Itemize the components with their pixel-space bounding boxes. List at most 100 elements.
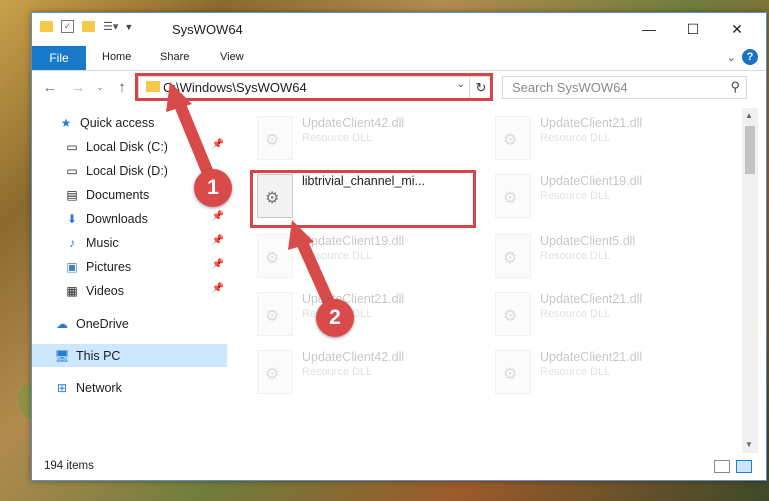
sidebar-item-label: Pictures: [86, 259, 132, 274]
sidebar-item-local-disk-c[interactable]: ▭ Local Disk (C:) 📌: [32, 135, 227, 158]
drive-icon: ▭: [66, 163, 78, 178]
pin-icon[interactable]: 📌: [212, 259, 224, 270]
file-name: UpdateClient5.dll: [540, 234, 636, 248]
file-type: Resource DLL: [540, 250, 611, 262]
gear-icon: ⚙: [503, 308, 518, 325]
file-item[interactable]: ⚙ UpdateClient5.dll Resource DLL: [487, 230, 717, 280]
folder-icon[interactable]: [40, 21, 53, 32]
new-folder-icon[interactable]: [82, 21, 95, 32]
dll-file-icon: ⚙: [495, 292, 531, 336]
minimize-button[interactable]: —: [627, 13, 671, 45]
sidebar-item-downloads[interactable]: ⬇ Downloads 📌: [32, 207, 227, 230]
file-name: UpdateClient19.dll: [540, 174, 643, 188]
search-placeholder: Search SysWOW64: [512, 80, 628, 95]
cloud-icon: ☁: [56, 316, 68, 331]
customize-dropdown-icon[interactable]: ▼: [124, 22, 133, 32]
file-type: Resource DLL: [540, 132, 611, 144]
scrollbar-thumb[interactable]: [745, 126, 755, 174]
file-item[interactable]: ⚙ UpdateClient21.dll Resource DLL: [487, 112, 717, 162]
file-item[interactable]: ⚙ UpdateClient19.dll Resource DLL: [487, 170, 717, 220]
file-name: UpdateClient19.dll: [302, 234, 405, 248]
tiles-view-icon[interactable]: [736, 460, 752, 473]
pictures-icon: ▣: [66, 259, 78, 274]
computer-icon: 🖥: [54, 348, 70, 363]
close-button[interactable]: ✕: [715, 13, 759, 45]
window-title: SysWOW64: [172, 22, 243, 37]
pin-icon[interactable]: 📌: [212, 235, 224, 246]
sidebar-item-music[interactable]: ♪ Music 📌: [32, 231, 227, 254]
gear-icon: ⚙: [265, 250, 280, 267]
dll-file-icon: ⚙: [495, 234, 531, 278]
recent-dropdown-icon[interactable]: ⌄: [90, 77, 110, 97]
status-bar: 194 items: [32, 453, 766, 480]
maximize-button[interactable]: ☐: [671, 13, 715, 45]
sidebar-item-pictures[interactable]: ▣ Pictures 📌: [32, 255, 227, 278]
address-highlight-box: [135, 73, 493, 101]
sidebar-item-label: Local Disk (C:): [86, 139, 168, 154]
tab-view[interactable]: View: [220, 51, 244, 63]
gear-icon: ⚙: [265, 308, 280, 325]
gear-icon: ⚙: [265, 366, 280, 383]
step-badge-2: 2: [316, 299, 354, 337]
properties-icon[interactable]: ☰▾: [103, 20, 118, 33]
navigation-bar: ← → ⌄ ↑ C:\Windows\SysWOW64 ⌄ ↻ Search S…: [32, 71, 766, 103]
up-arrow-icon[interactable]: ↑: [112, 77, 132, 97]
sidebar-item-quick-access[interactable]: ★ Quick access: [32, 111, 227, 134]
quick-access-toolbar: ✓ ☰▾ ▼: [40, 20, 133, 33]
scroll-down-icon[interactable]: ▼: [745, 440, 753, 449]
gear-icon: ⚙: [503, 190, 518, 207]
gear-icon: ⚙: [503, 366, 518, 383]
download-icon: ⬇: [66, 211, 78, 226]
music-icon: ♪: [69, 235, 75, 250]
file-item[interactable]: ⚙ UpdateClient19.dll Resource DLL: [249, 230, 479, 280]
chevron-down-icon[interactable]: ⌄: [727, 51, 736, 64]
vertical-scrollbar[interactable]: ▲ ▼: [742, 108, 758, 453]
file-list: ⚙ UpdateClient42.dll Resource DLL ⚙ Upda…: [247, 108, 739, 453]
file-type: Resource DLL: [302, 250, 373, 262]
tab-share[interactable]: Share: [160, 51, 189, 63]
help-icon[interactable]: ?: [742, 49, 758, 65]
dll-file-icon: ⚙: [257, 292, 293, 336]
tab-home[interactable]: Home: [102, 51, 131, 63]
sidebar-item-label: OneDrive: [76, 316, 129, 331]
sidebar-item-network[interactable]: ⊞ Network: [32, 376, 227, 399]
dll-file-icon: ⚙: [257, 116, 293, 160]
back-arrow-icon[interactable]: ←: [40, 77, 60, 97]
pin-icon[interactable]: 📌: [212, 139, 224, 150]
file-name: UpdateClient42.dll: [302, 350, 405, 364]
explorer-window: ✓ ☰▾ ▼ SysWOW64 — ☐ ✕ File Home Share Vi…: [31, 12, 767, 481]
gear-icon: ⚙: [503, 132, 518, 149]
file-item[interactable]: ⚙ UpdateClient21.dll Resource DLL: [249, 288, 479, 338]
sidebar-item-label: Music: [86, 235, 119, 250]
step-badge-1: 1: [194, 169, 232, 207]
file-item[interactable]: ⚙ UpdateClient21.dll Resource DLL: [487, 346, 717, 396]
documents-icon: ▤: [66, 187, 78, 202]
details-view-icon[interactable]: [714, 460, 730, 473]
search-icon: ⚲: [730, 79, 740, 94]
sidebar-item-label: Documents: [86, 187, 150, 202]
pin-icon[interactable]: 📌: [212, 211, 224, 222]
file-item[interactable]: ⚙ UpdateClient21.dll Resource DLL: [487, 288, 717, 338]
sidebar-item-videos[interactable]: ▦ Videos 📌: [32, 279, 227, 302]
search-input[interactable]: Search SysWOW64 ⚲: [502, 76, 747, 99]
title-bar: ✓ ☰▾ ▼ SysWOW64 — ☐ ✕: [32, 13, 766, 45]
file-item[interactable]: ⚙ UpdateClient42.dll Resource DLL: [249, 112, 479, 162]
file-name: UpdateClient21.dll: [540, 116, 643, 130]
file-type: Resource DLL: [540, 366, 611, 378]
file-type: Resource DLL: [302, 366, 373, 378]
dll-file-icon: ⚙: [257, 350, 293, 394]
checkbox-icon[interactable]: ✓: [61, 20, 74, 33]
sidebar-item-this-pc[interactable]: 🖥 This PC: [32, 344, 227, 367]
file-name: UpdateClient21.dll: [540, 350, 643, 364]
sidebar-item-onedrive[interactable]: ☁ OneDrive: [32, 312, 227, 335]
scroll-up-icon[interactable]: ▲: [745, 111, 753, 120]
file-item[interactable]: ⚙ UpdateClient42.dll Resource DLL: [249, 346, 479, 396]
tab-file[interactable]: File: [32, 46, 86, 70]
ribbon-tabs: File Home Share View ⌄ ?: [32, 46, 766, 71]
forward-arrow-icon[interactable]: →: [68, 77, 88, 97]
drive-icon: ▭: [66, 139, 78, 154]
star-icon: ★: [60, 115, 72, 130]
pin-icon[interactable]: 📌: [212, 283, 224, 294]
file-highlight-box: [250, 170, 476, 228]
item-count: 194 items: [44, 460, 94, 472]
